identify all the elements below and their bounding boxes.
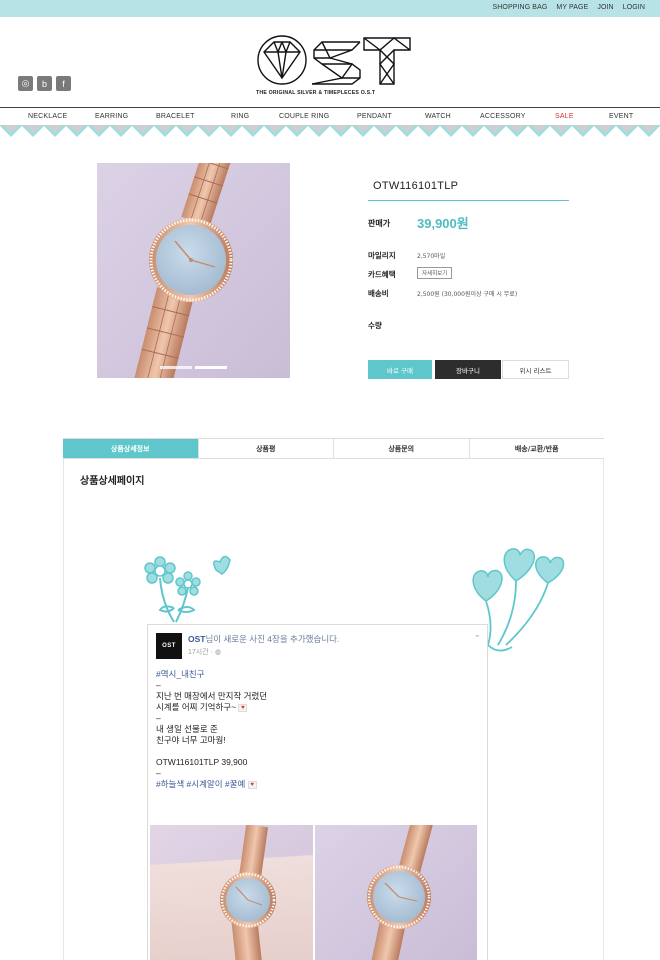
mileage-value: 2,570마일 (417, 253, 446, 260)
nav-event[interactable]: EVENT (609, 113, 633, 120)
post-line: OTW116101TLP 39,900 (156, 757, 248, 767)
login-link[interactable]: LOGIN (623, 4, 645, 11)
shopping-bag-link[interactable]: SHOPPING BAG (493, 4, 548, 11)
post-photo[interactable] (315, 825, 477, 960)
buy-now-button[interactable]: 바로 구매 (368, 360, 432, 379)
watch-photo (97, 163, 290, 378)
post-line: 시계를 어찌 기억하구~ ♥ (156, 702, 476, 713)
nav-pendant[interactable]: PENDANT (357, 113, 392, 120)
flower-doodle (144, 555, 231, 623)
post-body: #역시_내친구 – 지난 번 매장에서 만지작 거렸던 시계를 어찌 기억하구~… (156, 669, 476, 790)
card-row: 카드혜택 자세히보기 (368, 267, 569, 279)
card-details-button[interactable]: 자세히보기 (417, 267, 453, 279)
instagram-icon[interactable]: ◎ (18, 76, 33, 91)
heart-emoji-icon: ♥ (238, 703, 248, 712)
post-separator: – (156, 713, 161, 723)
nav-watch[interactable]: WATCH (425, 113, 451, 120)
nav-sale[interactable]: SALE (555, 113, 574, 120)
blog-icon[interactable]: b (37, 76, 52, 91)
quantity-label: 수량 (368, 321, 382, 330)
slider-dot-active[interactable] (195, 366, 227, 369)
top-bar: SHOPPING BAG MY PAGE JOIN LOGIN (0, 0, 660, 17)
post-photo[interactable] (150, 825, 313, 960)
detail-page-title: 상품상세페이지 (80, 476, 145, 487)
shipping-row: 배송비 2,500원 (30,000원이상 구매 시 무료) (368, 288, 569, 298)
quantity-row: 수량 (368, 320, 569, 330)
nav-accessory[interactable]: ACCESSORY (480, 113, 526, 120)
chevron-down-icon[interactable]: ⌄ (473, 630, 481, 640)
mileage-label: 마일리지 (368, 251, 396, 260)
product-name: OTW116101TLP (368, 175, 569, 201)
post-author[interactable]: OST (188, 634, 205, 644)
wrist-watch-photo (150, 825, 313, 960)
post-line: 내 생일 선물로 준 (156, 724, 218, 734)
post-separator: – (156, 768, 161, 778)
facebook-post-card: OST OST님이 새로운 사진 4장을 추가했습니다. 17시간 · ◍ ⌄ … (147, 624, 488, 960)
post-spacer (156, 746, 476, 757)
tab-reviews[interactable]: 상품평 (199, 439, 334, 458)
detail-tabs: 상품상세정보 상품평 상품문의 배송/교환/반품 (63, 438, 604, 459)
product-info: OTW116101TLP 판매가 39,900원 마일리지 2,570마일 카드… (368, 175, 569, 379)
post-line: 지난 번 매장에서 만지작 거렸던 (156, 691, 268, 701)
header-pattern (0, 126, 660, 137)
post-header: OST님이 새로운 사진 4장을 추가했습니다. (188, 633, 339, 645)
post-action-text: 님이 새로운 사진 4장을 추가했습니다. (205, 634, 340, 644)
ost-logo[interactable] (256, 34, 412, 86)
post-separator: – (156, 680, 161, 690)
shipping-value: 2,500원 (30,000원이상 구매 시 무료) (417, 291, 518, 298)
post-hashtag[interactable]: #역시_내친구 (156, 669, 476, 680)
post-timestamp: 17시간 · ◍ (188, 649, 221, 656)
nav-couple-ring[interactable]: COUPLE RING (279, 113, 329, 120)
wishlist-button[interactable]: 위시 리스트 (502, 360, 569, 379)
price-value: 39,900원 (417, 216, 469, 231)
add-to-cart-button[interactable]: 장바구니 (435, 360, 501, 379)
social-icons: ◎ b f (18, 76, 71, 91)
slider-dot[interactable] (160, 366, 192, 369)
top-links: SHOPPING BAG MY PAGE JOIN LOGIN (493, 4, 646, 11)
shipping-label: 배송비 (368, 289, 389, 298)
nav-necklace[interactable]: NECKLACE (28, 113, 67, 120)
brand-tagline: THE ORIGINAL SILVER & TIMEPLECES O.S.T (256, 90, 376, 96)
join-link[interactable]: JOIN (597, 4, 613, 11)
facebook-icon[interactable]: f (56, 76, 71, 91)
product-image[interactable] (97, 163, 290, 378)
post-line: 친구야 너무 고마웡! (156, 735, 226, 745)
heart-emoji-icon: ♥ (247, 780, 257, 789)
image-slider-dots (160, 366, 227, 369)
tab-shipping-returns[interactable]: 배송/교환/반품 (470, 439, 605, 458)
post-hashtags: #하늘색 #시계알이 #꿀예 ♥ (156, 779, 476, 790)
avatar[interactable]: OST (156, 633, 182, 659)
nav-earring[interactable]: EARRING (95, 113, 128, 120)
nav-ring[interactable]: RING (231, 113, 249, 120)
nav-bracelet[interactable]: BRACELET (156, 113, 195, 120)
tab-product-details[interactable]: 상품상세정보 (63, 439, 199, 458)
price-label: 판매가 (368, 219, 391, 228)
my-page-link[interactable]: MY PAGE (556, 4, 588, 11)
tab-qna[interactable]: 상품문의 (334, 439, 470, 458)
watch-closeup-photo (315, 825, 477, 960)
card-label: 카드혜택 (368, 270, 396, 279)
mileage-row: 마일리지 2,570마일 (368, 250, 569, 260)
main-nav: NECKLACE EARRING BRACELET RING COUPLE RI… (0, 107, 660, 126)
